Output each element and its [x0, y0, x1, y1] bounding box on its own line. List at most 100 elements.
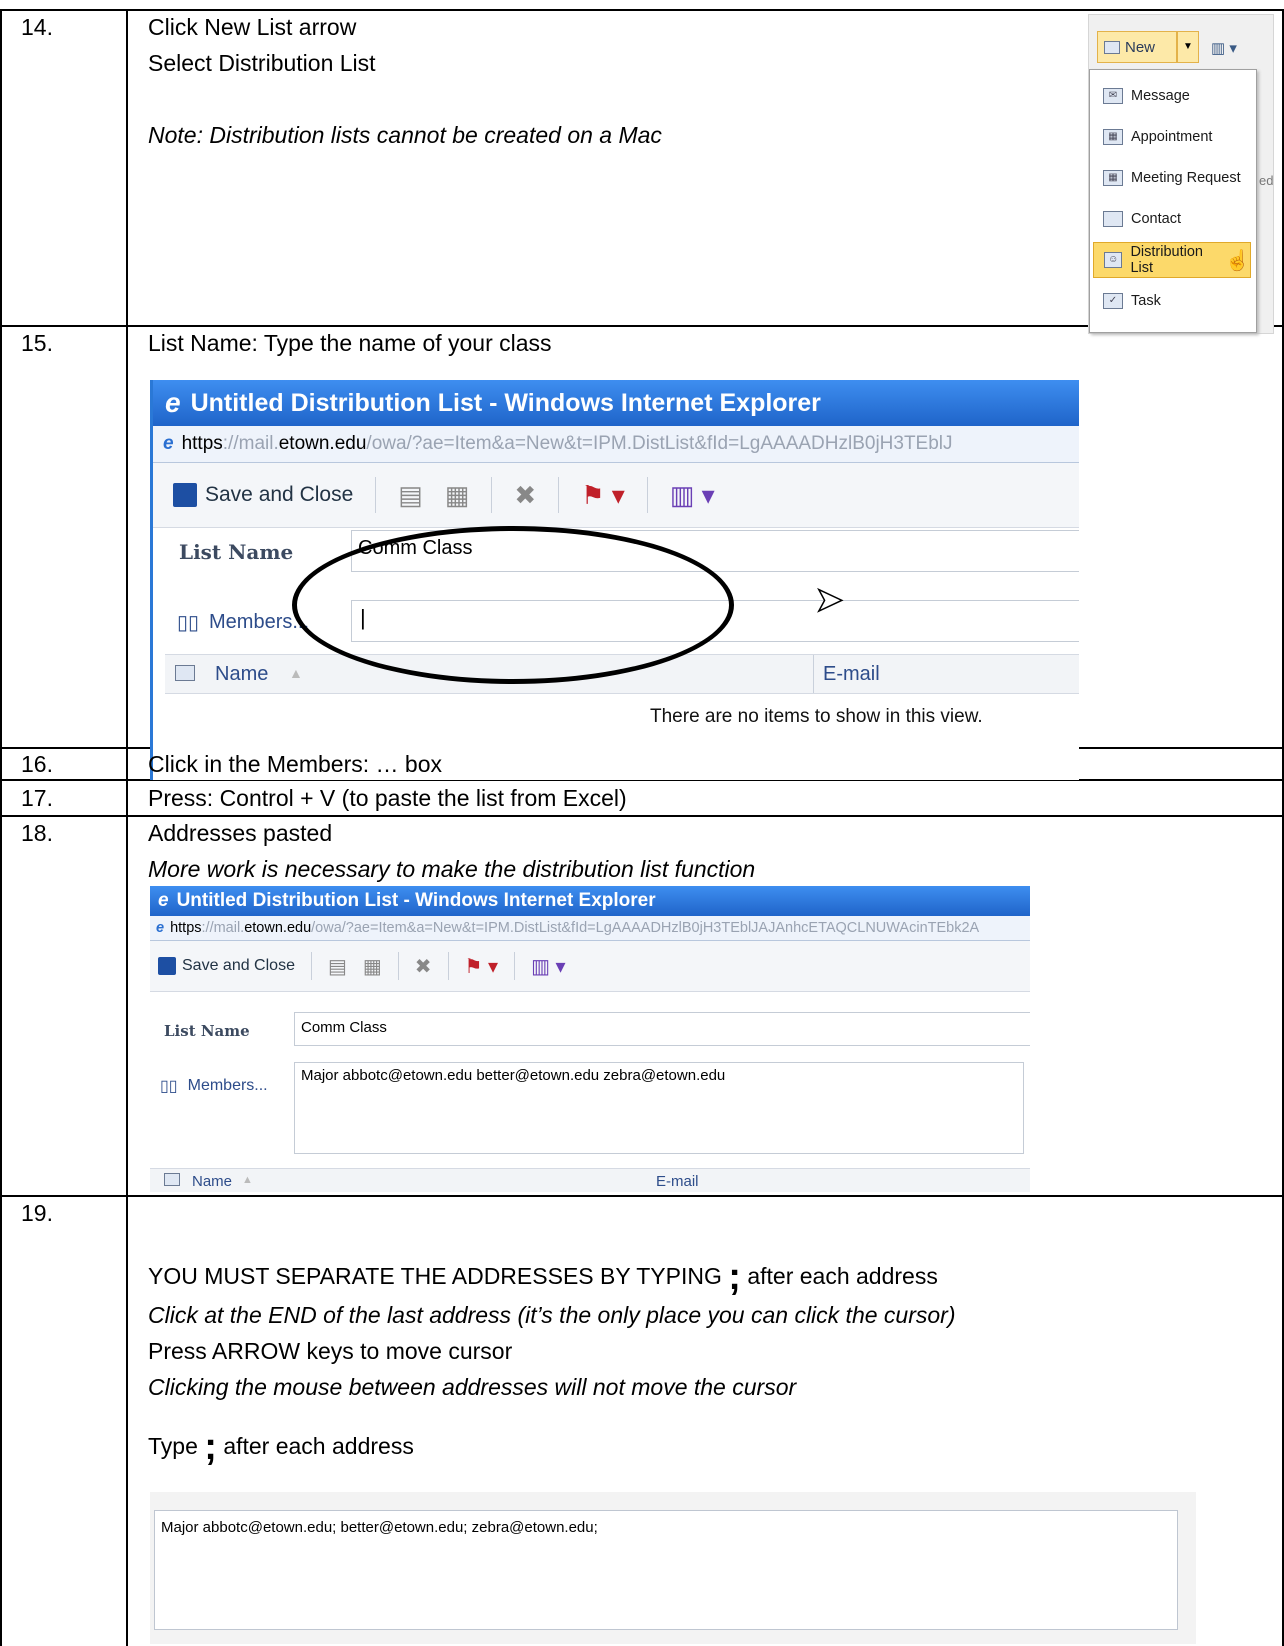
- contact-card-icon: [175, 665, 195, 681]
- menu-item-label: Task: [1131, 293, 1161, 309]
- members-grid-header: Name ▲ E-mail: [150, 1168, 1030, 1192]
- mouse-pointer-icon: ➤: [814, 580, 844, 620]
- toolbar-separator: [375, 477, 377, 513]
- members-input[interactable]: Major abbotc@etown.edu better@etown.edu …: [294, 1062, 1024, 1154]
- toolbar-separator: [447, 952, 449, 980]
- delete-icon[interactable]: ✖: [514, 480, 536, 511]
- save-and-close-label: Save and Close: [182, 957, 295, 974]
- url-scheme: https: [170, 920, 202, 936]
- column-divider: [813, 655, 814, 693]
- meeting-icon: ▦: [1103, 170, 1123, 186]
- menu-item-distribution-list[interactable]: ☺ Distribution List ☝: [1093, 242, 1251, 278]
- instruction-text: Type: [148, 1433, 198, 1459]
- step-instruction: Type ; after each address: [148, 1426, 414, 1469]
- table-top-border: [0, 9, 1284, 11]
- address-bar[interactable]: e https://mail.etown.edu/owa/?ae=Item&a=…: [153, 426, 1079, 463]
- step-number: 17.: [21, 785, 53, 811]
- url-pre: ://mail.: [222, 433, 279, 454]
- step-text: Select Distribution List: [148, 50, 376, 76]
- categories-icon[interactable]: ▥ ▾: [670, 480, 715, 511]
- step-text: Press ARROW keys to move cursor: [148, 1338, 513, 1364]
- message-icon: ✉: [1103, 88, 1123, 104]
- url-pre: ://mail.: [201, 920, 245, 936]
- step-note: More work is necessary to make the distr…: [148, 856, 756, 882]
- ie-page-icon: e: [156, 920, 165, 936]
- empty-list-message: There are no items to show in this view.: [650, 706, 983, 727]
- toolbar-separator: [310, 952, 312, 980]
- toolbar-separator: [646, 477, 648, 513]
- step-text: Click in the Members: … box: [148, 751, 442, 777]
- flag-icon[interactable]: ⚑ ▾: [465, 954, 499, 979]
- window-title: Untitled Distribution List - Windows Int…: [176, 890, 656, 911]
- menu-item-label: Meeting Request: [1131, 170, 1241, 186]
- new-button[interactable]: New: [1097, 31, 1177, 63]
- delete-icon[interactable]: ✖: [415, 954, 432, 979]
- attach-icon[interactable]: ▤: [328, 954, 347, 979]
- semicolon-glyph: ;: [204, 1426, 217, 1468]
- column-name[interactable]: Name: [215, 663, 268, 686]
- list-name-label: List Name: [179, 540, 294, 564]
- new-arrow-button[interactable]: ▼: [1177, 31, 1199, 63]
- save-and-close-button[interactable]: Save and Close: [173, 483, 353, 507]
- url-path: /owa/?ae=Item&a=New&t=IPM.DistList&fId=L…: [311, 920, 980, 936]
- save-disk-icon: [173, 483, 197, 507]
- form-toolbar: Save and Close ▤ ▦ ✖ ⚑ ▾ ▥ ▾: [150, 941, 1030, 992]
- new-button-label: New: [1125, 38, 1156, 56]
- step-note: Clicking the mouse between addresses wil…: [148, 1374, 797, 1400]
- menu-item-contact[interactable]: Contact: [1093, 201, 1251, 237]
- url-domain: etown.edu: [278, 433, 367, 454]
- distribution-list-icon: ☺: [1104, 252, 1123, 268]
- hand-cursor-icon: ☝: [1225, 249, 1250, 272]
- instruction-text: after each address: [747, 1263, 938, 1289]
- ie-page-icon: e: [163, 433, 174, 454]
- attach-icon[interactable]: ▤: [398, 480, 423, 511]
- view-pane-icon[interactable]: ▥ ▾: [1211, 39, 1237, 57]
- address-book-icon[interactable]: ▦: [363, 954, 382, 979]
- step-number: 18.: [21, 820, 53, 846]
- sort-ascending-icon: ▲: [242, 1174, 253, 1186]
- members-button[interactable]: ▯▯ Members...: [177, 610, 309, 635]
- save-and-close-label: Save and Close: [205, 483, 354, 506]
- members-button[interactable]: ▯▯ Members...: [160, 1076, 268, 1096]
- left-border: [0, 10, 2, 1646]
- url-domain: etown.edu: [244, 920, 312, 936]
- categories-icon[interactable]: ▥ ▾: [531, 954, 566, 979]
- form-toolbar: Save and Close ▤ ▦ ✖ ⚑ ▾ ▥ ▾: [153, 463, 1079, 528]
- list-name-input[interactable]: Comm Class: [294, 1012, 1030, 1046]
- menu-item-label: Contact: [1131, 211, 1181, 227]
- instruction-text: after each address: [223, 1433, 414, 1459]
- step-note: Click at the END of the last address (it…: [148, 1302, 956, 1328]
- step-number: 19.: [21, 1200, 53, 1226]
- window-title-bar: e Untitled Distribution List - Windows I…: [150, 886, 1030, 916]
- new-menu-screenshot: New ▼ ▥ ▾ ✉ Message ▦ Appointment ▦ Meeting…: [1088, 14, 1274, 334]
- address-bar[interactable]: e https://mail.etown.edu/owa/?ae=Item&a=…: [150, 916, 1030, 941]
- toolbar-separator: [558, 477, 560, 513]
- address-book-icon[interactable]: ▦: [445, 480, 470, 511]
- menu-item-task[interactable]: ✓ Task: [1093, 283, 1251, 319]
- menu-item-message[interactable]: ✉ Message: [1093, 78, 1251, 114]
- menu-item-appointment[interactable]: ▦ Appointment: [1093, 119, 1251, 155]
- url-scheme: https: [181, 433, 223, 454]
- menu-item-label: Message: [1131, 88, 1190, 104]
- window-title-bar: e Untitled Distribution List - Windows I…: [153, 380, 1079, 426]
- column-email[interactable]: E-mail: [823, 663, 880, 686]
- step-number: 16.: [21, 751, 53, 777]
- calendar-icon: ▦: [1103, 129, 1123, 145]
- save-and-close-button[interactable]: Save and Close: [158, 957, 295, 975]
- final-members-input[interactable]: Major abbotc@etown.edu; better@etown.edu…: [154, 1510, 1178, 1630]
- column-name[interactable]: Name: [192, 1173, 232, 1190]
- semicolon-glyph: ;: [728, 1256, 741, 1298]
- members-label: Members...: [187, 1077, 268, 1094]
- column-email[interactable]: E-mail: [656, 1173, 699, 1190]
- step-number: 15.: [21, 330, 53, 356]
- new-dropdown-menu: ✉ Message ▦ Appointment ▦ Meeting Request C…: [1089, 69, 1257, 333]
- step-text: Press: Control + V (to paste the list fr…: [148, 785, 627, 811]
- menu-item-meeting-request[interactable]: ▦ Meeting Request: [1093, 160, 1251, 196]
- step-number: 14.: [21, 14, 53, 40]
- step-instruction: YOU MUST SEPARATE THE ADDRESSES BY TYPIN…: [148, 1256, 938, 1299]
- step-note: Note: Distribution lists cannot be creat…: [148, 122, 662, 148]
- flag-icon[interactable]: ⚑ ▾: [581, 480, 625, 511]
- url-path: /owa/?ae=Item&a=New&t=IPM.DistList&fId=L…: [366, 433, 953, 454]
- instruction-text: YOU MUST SEPARATE THE ADDRESSES BY TYPIN…: [148, 1263, 722, 1289]
- menu-item-label: Distribution List: [1130, 244, 1203, 276]
